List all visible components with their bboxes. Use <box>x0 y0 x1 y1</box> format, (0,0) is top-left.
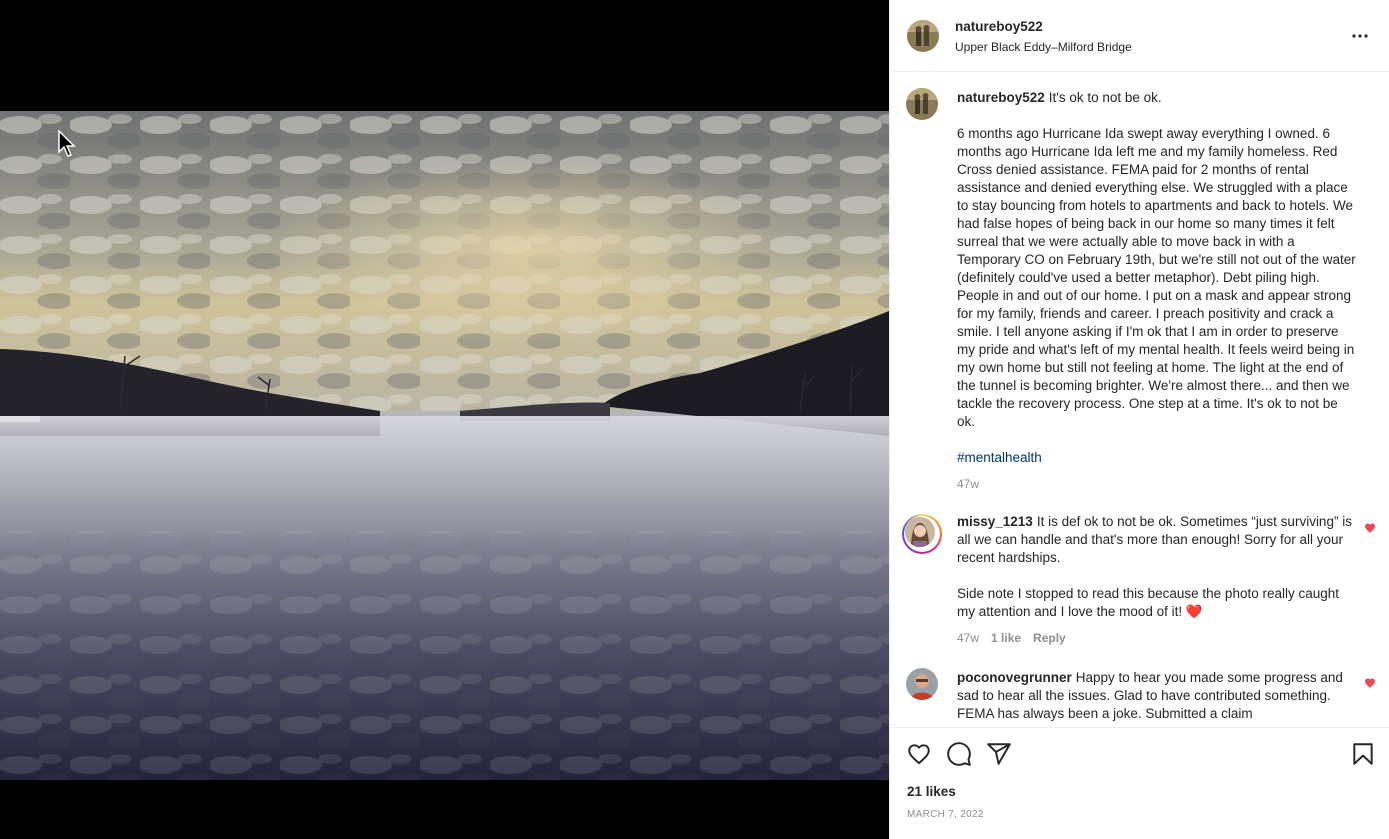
caption-meta: 47w <box>957 477 1359 491</box>
post-media <box>0 0 889 839</box>
comment-timestamp[interactable]: 47w <box>957 631 979 645</box>
commenter-avatar <box>905 517 935 547</box>
author-avatar[interactable] <box>907 20 939 52</box>
author-username[interactable]: natureboy522 <box>955 19 1043 34</box>
caption-avatar[interactable] <box>906 88 938 120</box>
avatar-image <box>905 517 935 547</box>
share-icon[interactable] <box>986 741 1012 767</box>
hashtag-link[interactable]: #mentalhealth <box>957 449 1359 467</box>
comment-meta: 47w 1 like Reply <box>957 631 1359 645</box>
more-options-button[interactable] <box>1348 24 1372 48</box>
comment-liked-heart-icon[interactable] <box>1364 522 1376 534</box>
caption-timestamp[interactable]: 47w <box>957 477 979 491</box>
commenter-username[interactable]: poconovegrunner <box>957 670 1072 685</box>
post-date[interactable]: MARCH 7, 2022 <box>907 809 984 820</box>
comment-icon[interactable] <box>946 741 972 767</box>
commenter-username[interactable]: missy_1213 <box>957 514 1033 529</box>
caption-lead: It's ok to not be ok. <box>1048 90 1162 105</box>
likes-count[interactable]: 21 likes <box>907 784 956 799</box>
caption-username[interactable]: natureboy522 <box>957 90 1045 105</box>
comment-item: missy_1213 It is def ok to not be ok. Som… <box>890 507 1389 667</box>
avatar-image <box>907 20 939 52</box>
more-options-icon <box>1352 34 1368 38</box>
post-photo[interactable] <box>0 111 889 780</box>
comments-section[interactable]: natureboy522 It's ok to not be ok. 6 mont… <box>890 73 1389 727</box>
heart-icon[interactable] <box>906 741 932 767</box>
comment-reply-button[interactable]: Reply <box>1033 631 1066 645</box>
comment-body: missy_1213 It is def ok to not be ok. Som… <box>957 513 1359 645</box>
landscape-photo <box>0 111 889 780</box>
instagram-post-modal: natureboy522 Upper Black Eddy–Milford Br… <box>0 0 1389 839</box>
comment-text-2: Side note I stopped to read this because… <box>957 586 1340 619</box>
bookmark-icon[interactable] <box>1350 741 1376 767</box>
post-caption: natureboy522 It's ok to not be ok. 6 mont… <box>890 73 1389 493</box>
comment-item: poconovegrunner Happy to hear you made so… <box>890 667 1389 727</box>
story-ring[interactable] <box>902 514 942 554</box>
post-header: natureboy522 Upper Black Eddy–Milford Br… <box>890 0 1389 72</box>
caption-body: natureboy522 It's ok to not be ok. 6 mont… <box>957 89 1359 491</box>
commenter-avatar[interactable] <box>906 668 938 700</box>
mouse-cursor-icon <box>58 130 76 157</box>
caption-text: 6 months ago Hurricane Ida swept away ev… <box>957 126 1356 429</box>
comment-liked-heart-icon[interactable] <box>1364 677 1376 689</box>
post-side-panel: natureboy522 Upper Black Eddy–Milford Br… <box>889 0 1389 839</box>
post-actions: 21 likes MARCH 7, 2022 <box>890 727 1389 839</box>
comment-body: poconovegrunner Happy to hear you made so… <box>957 669 1359 723</box>
post-location[interactable]: Upper Black Eddy–Milford Bridge <box>955 40 1132 54</box>
avatar-image <box>906 668 938 700</box>
comment-likes-count[interactable]: 1 like <box>991 631 1021 645</box>
avatar-image <box>906 88 938 120</box>
